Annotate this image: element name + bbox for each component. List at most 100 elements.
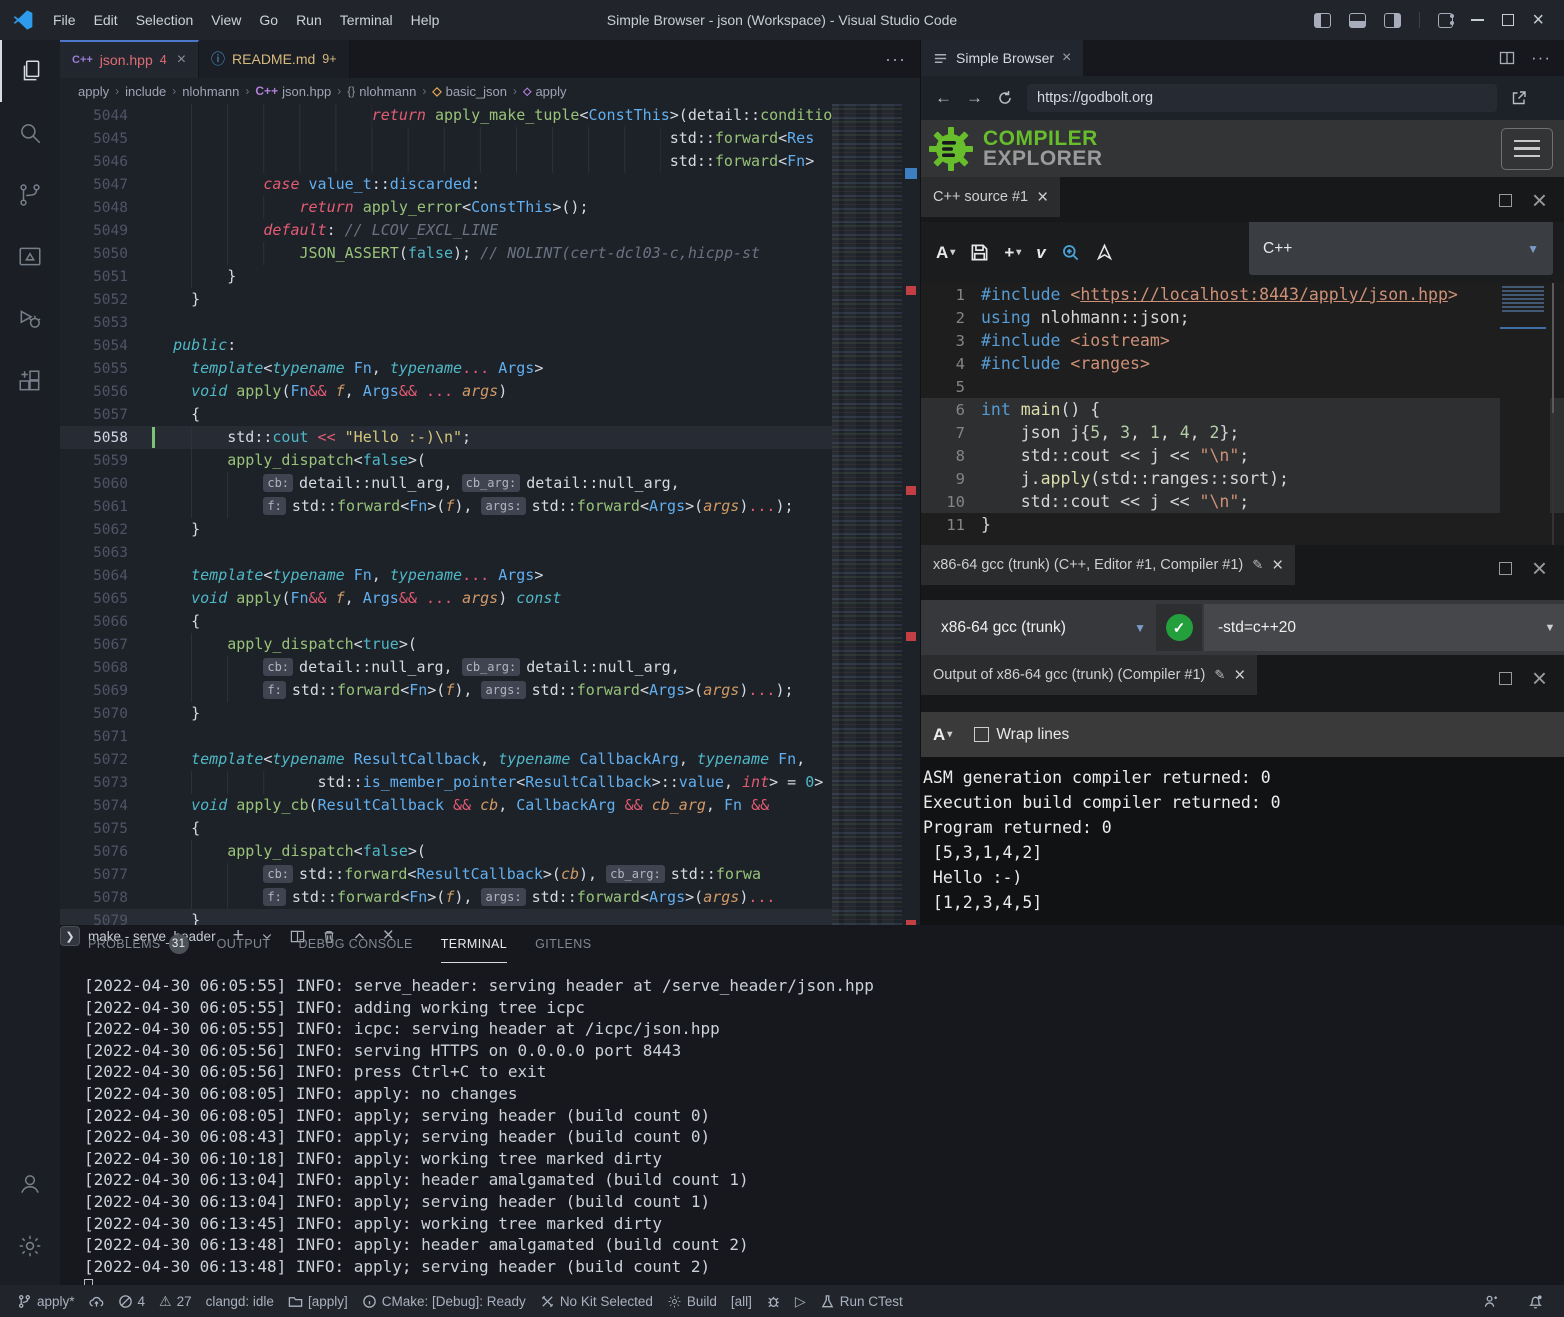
code-line-5078[interactable]: 5078 f:std::forward<Fn>(f), args:std::fo… xyxy=(60,886,920,909)
code-line-5065[interactable]: 5065 void apply(Fn&& f, Args&& ... args)… xyxy=(60,587,920,610)
back-icon[interactable]: ← xyxy=(935,88,952,108)
panel-tab-problems[interactable]: PROBLEMS31 xyxy=(88,925,189,963)
tab-compiler[interactable]: x86-64 gcc (trunk) (C++, Editor #1, Comp… xyxy=(921,545,1295,585)
tab-output[interactable]: Output of x86-64 gcc (trunk) (Compiler #… xyxy=(921,655,1257,695)
activity-accounts[interactable] xyxy=(0,1153,60,1215)
maximize-icon[interactable] xyxy=(1502,14,1514,26)
open-external-icon[interactable] xyxy=(1511,90,1527,106)
status-cmake-kit[interactable]: No Kit Selected xyxy=(533,1285,660,1317)
breadcrumb-item[interactable]: nlohmann xyxy=(182,84,239,99)
godbolt-code-line-5[interactable]: 5 xyxy=(921,375,1564,398)
breadcrumb-item[interactable]: C++json.hpp xyxy=(255,84,331,99)
font-size-button[interactable]: A▾ xyxy=(933,725,952,745)
split-editor-icon[interactable] xyxy=(1499,50,1515,66)
zoom-icon[interactable] xyxy=(1061,243,1080,262)
status-feedback[interactable] xyxy=(1476,1285,1505,1317)
close-icon[interactable]: × xyxy=(1234,666,1245,685)
close-pane-icon[interactable]: × xyxy=(1532,187,1547,213)
godbolt-logo[interactable]: COMPILEREXPLORER xyxy=(927,125,1103,173)
add-pane-button[interactable]: +▾ xyxy=(1004,243,1021,263)
breadcrumb-item[interactable]: include xyxy=(125,84,166,99)
close-window-icon[interactable]: × xyxy=(1532,10,1544,30)
menu-help[interactable]: Help xyxy=(402,8,449,32)
toggle-panel-icon[interactable] xyxy=(1349,13,1366,28)
code-line-5052[interactable]: 5052 } xyxy=(60,288,920,311)
status-errors[interactable]: 4 xyxy=(111,1285,153,1317)
status-git-branch[interactable]: apply* xyxy=(10,1285,82,1317)
panel-tab-debug-console[interactable]: DEBUG CONSOLE xyxy=(298,925,412,963)
hamburger-menu-icon[interactable] xyxy=(1501,128,1553,170)
tab-cpp-source[interactable]: C++ source #1 × xyxy=(921,177,1060,217)
code-line-5070[interactable]: 5070 } xyxy=(60,702,920,725)
code-line-5049[interactable]: 5049 default: // LCOV_EXCL_LINE xyxy=(60,219,920,242)
compiler-options-input[interactable]: -std=c++20 xyxy=(1204,604,1535,651)
code-line-5061[interactable]: 5061 f:std::forward<Fn>(f), args:std::fo… xyxy=(60,495,920,518)
more-actions-icon[interactable]: ··· xyxy=(1531,48,1551,68)
tab-simple-browser[interactable]: Simple Browser × xyxy=(921,40,1083,76)
godbolt-code-line-9[interactable]: 9 j.apply(std::ranges::sort); xyxy=(921,467,1564,490)
activity-explorer[interactable] xyxy=(0,40,60,102)
close-icon[interactable]: × xyxy=(177,51,186,69)
terminal[interactable]: [2022-04-30 06:05:55] INFO: serve_header… xyxy=(60,969,1564,1285)
status-cmake-debug[interactable] xyxy=(759,1285,788,1317)
godbolt-source-editor[interactable]: 1#include <https://localhost:8443/apply/… xyxy=(921,283,1564,545)
reload-icon[interactable] xyxy=(997,90,1013,106)
code-line-5054[interactable]: 5054 public: xyxy=(60,334,920,357)
godbolt-code-line-8[interactable]: 8 std::cout << j << "\n"; xyxy=(921,444,1564,467)
toggle-sidebar-icon[interactable] xyxy=(1314,13,1331,28)
menu-go[interactable]: Go xyxy=(250,8,287,32)
options-dropdown-icon[interactable]: ▼ xyxy=(1535,604,1564,651)
maximize-pane-icon[interactable] xyxy=(1499,194,1512,207)
toggle-secondary-sidebar-icon[interactable] xyxy=(1384,13,1401,28)
code-line-5053[interactable]: 5053 xyxy=(60,311,920,334)
code-line-5066[interactable]: 5066 { xyxy=(60,610,920,633)
godbolt-code-line-11[interactable]: 11} xyxy=(921,513,1564,536)
godbolt-code-line-10[interactable]: 10 std::cout << j << "\n"; xyxy=(921,490,1564,513)
overview-ruler[interactable] xyxy=(902,104,920,925)
breadcrumb-item[interactable]: apply xyxy=(78,84,109,99)
godbolt-code-line-4[interactable]: 4#include <ranges> xyxy=(921,352,1564,375)
language-select[interactable]: C++ ▼ xyxy=(1249,222,1553,275)
code-line-5055[interactable]: 5055 template<typename Fn, typename... A… xyxy=(60,357,920,380)
rename-icon[interactable]: ✎ xyxy=(1214,667,1225,683)
breadcrumb-item[interactable]: {}nlohmann xyxy=(347,84,416,99)
code-line-5044[interactable]: 5044 return apply_make_tuple<ConstThis>(… xyxy=(60,104,920,127)
code-line-5071[interactable]: 5071 xyxy=(60,725,920,748)
minimize-icon[interactable] xyxy=(1471,19,1484,21)
breadcrumb-item[interactable]: ⬦apply xyxy=(523,84,566,99)
status-clangd-status[interactable]: clangd: idle xyxy=(199,1285,281,1317)
activity-search[interactable] xyxy=(0,102,60,164)
cursor-jump-icon[interactable] xyxy=(1095,243,1114,262)
vim-toggle-icon[interactable]: v xyxy=(1036,243,1045,263)
activity-cmake[interactable] xyxy=(0,226,60,288)
close-icon[interactable]: × xyxy=(1272,556,1283,575)
status-run-ctest[interactable]: Run CTest xyxy=(813,1285,910,1317)
activity-extensions[interactable] xyxy=(0,350,60,412)
menu-view[interactable]: View xyxy=(202,8,250,32)
menu-edit[interactable]: Edit xyxy=(85,8,127,32)
code-line-5057[interactable]: 5057 { xyxy=(60,403,920,426)
status-warnings[interactable]: ⚠27 xyxy=(152,1285,199,1317)
status-cmake-launch[interactable]: ▷ xyxy=(788,1285,813,1317)
maximize-pane-icon[interactable] xyxy=(1499,672,1512,685)
menu-file[interactable]: File xyxy=(44,8,85,32)
code-line-5062[interactable]: 5062 } xyxy=(60,518,920,541)
close-icon[interactable]: × xyxy=(1062,49,1071,67)
status-cmake-project[interactable]: [apply] xyxy=(281,1285,355,1317)
status-cmake-build[interactable]: Build xyxy=(660,1285,724,1317)
code-line-5068[interactable]: 5068 cb:detail::null_arg, cb_arg:detail:… xyxy=(60,656,920,679)
code-line-5063[interactable]: 5063 xyxy=(60,541,920,564)
status-notifications[interactable] xyxy=(1521,1285,1550,1317)
code-line-5074[interactable]: 5074 void apply_cb(ResultCallback && cb,… xyxy=(60,794,920,817)
menu-selection[interactable]: Selection xyxy=(127,8,203,32)
customize-layout-icon[interactable] xyxy=(1438,13,1453,28)
godbolt-code-line-6[interactable]: 6int main() { xyxy=(921,398,1564,421)
font-size-button[interactable]: A▾ xyxy=(936,243,955,263)
godbolt-code-line-2[interactable]: 2using nlohmann::json; xyxy=(921,306,1564,329)
code-line-5067[interactable]: 5067 apply_dispatch<true>( xyxy=(60,633,920,656)
code-line-5077[interactable]: 5077 cb:std::forward<ResultCallback>(cb)… xyxy=(60,863,920,886)
activity-source-control[interactable] xyxy=(0,164,60,226)
minimap[interactable] xyxy=(832,104,902,925)
godbolt-scrollbar[interactable] xyxy=(1552,283,1554,545)
menu-terminal[interactable]: Terminal xyxy=(331,8,402,32)
